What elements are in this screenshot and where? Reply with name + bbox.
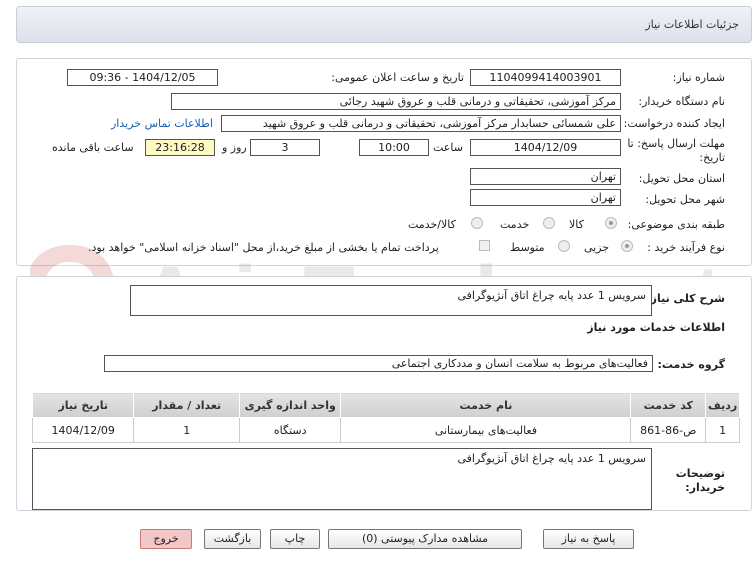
contact-buyer-link[interactable]: اطلاعات تماس خریدار <box>111 117 213 130</box>
remaining-label: ساعت باقی مانده <box>52 141 134 154</box>
summary-textarea[interactable]: سرویس 1 عدد پایه چراغ اتاق آنژیوگرافی <box>130 285 652 316</box>
page-title: جزئیات اطلاعات نیاز <box>645 18 739 31</box>
category-radio-both[interactable] <box>471 217 483 229</box>
cell-quantity: 1 <box>133 417 240 443</box>
table-header-row: ردیف کد خدمت نام خدمت واحد اندازه گیری ت… <box>31 392 740 418</box>
province-field[interactable]: تهران <box>470 168 621 185</box>
purchase-medium-label: متوسط <box>510 241 545 254</box>
col-name: نام خدمت <box>340 392 632 418</box>
treasury-checkbox[interactable] <box>479 240 490 251</box>
back-button[interactable]: بازگشت <box>204 529 261 549</box>
announce-field[interactable]: 1404/12/05 - 09:36 <box>67 69 218 86</box>
purchase-radio-minor[interactable] <box>621 240 633 252</box>
deadline-time-label: ساعت <box>433 141 463 154</box>
category-goods-label: کالا <box>569 218 584 231</box>
page-header: جزئیات اطلاعات نیاز <box>16 6 752 43</box>
need-number-field[interactable]: 1104099414003901 <box>470 69 621 86</box>
cell-name: فعالیت‌های بیمارستانی <box>340 417 632 443</box>
deadline-date-field[interactable]: 1404/12/09 <box>470 139 621 156</box>
days-field[interactable]: 3 <box>250 139 320 156</box>
province-label: استان محل تحویل: <box>638 172 725 185</box>
category-both-label: کالا/خدمت <box>408 218 456 231</box>
cell-code: ص-86-861 <box>630 417 707 443</box>
remaining-time-field: 23:16:28 <box>145 139 215 156</box>
days-label: روز و <box>222 141 247 154</box>
view-docs-button[interactable]: مشاهده مدارک پیوستی (0) <box>328 529 522 549</box>
buyer-notes-textarea[interactable]: سرویس 1 عدد پایه چراغ اتاق آنژیوگرافی <box>32 448 652 510</box>
city-field[interactable]: تهران <box>470 189 621 206</box>
category-service-label: خدمت <box>500 218 530 231</box>
col-code: کد خدمت <box>630 392 707 418</box>
creator-field[interactable]: علی شمسائی حسابدار مرکز آموزشی، تحقیقاتی… <box>221 115 621 132</box>
reply-button[interactable]: پاسخ به نیاز <box>543 529 634 549</box>
category-label: طبقه بندی موضوعی: <box>627 218 725 231</box>
creator-label: ایجاد کننده درخواست: <box>623 117 725 130</box>
purchase-radio-medium[interactable] <box>558 240 570 252</box>
city-label: شهر محل تحویل: <box>645 193 725 206</box>
summary-label: شرح کلی نیاز: <box>646 292 725 305</box>
buyer-label: نام دستگاه خریدار: <box>638 95 725 108</box>
col-unit: واحد اندازه گیری <box>238 392 342 418</box>
service-group-label: گروه خدمت: <box>657 358 725 371</box>
services-table: ردیف کد خدمت نام خدمت واحد اندازه گیری ت… <box>31 392 740 443</box>
payment-note: پرداخت تمام یا بخشی از مبلغ خرید،از محل … <box>88 241 439 254</box>
exit-button[interactable]: خروج <box>140 529 192 549</box>
col-date: تاریخ نیاز <box>31 392 135 418</box>
need-info-panel <box>16 58 752 266</box>
category-radio-goods[interactable] <box>605 217 617 229</box>
buyer-field[interactable]: مرکز آموزشی، تحقیقاتی و درمانی قلب و عرو… <box>171 93 621 110</box>
deadline-label-date: تاریخ: <box>699 151 725 164</box>
col-quantity: تعداد / مقدار <box>133 392 240 418</box>
cell-date: 1404/12/09 <box>31 417 135 443</box>
announce-label: تاریخ و ساعت اعلان عمومی: <box>331 71 464 84</box>
deadline-label: مهلت ارسال پاسخ: تا <box>627 137 725 150</box>
cell-row: 1 <box>705 417 740 443</box>
buyer-notes-label: توضیحات <box>675 467 725 480</box>
buyer-notes-label-2: خریدار: <box>685 481 725 494</box>
services-title: اطلاعات خدمات مورد نیاز <box>587 321 725 334</box>
purchase-minor-label: جزیی <box>584 241 610 254</box>
cell-unit: دستگاه <box>238 417 342 443</box>
deadline-time-field[interactable]: 10:00 <box>359 139 429 156</box>
category-radio-service[interactable] <box>543 217 555 229</box>
table-row[interactable]: 1 ص-86-861 فعالیت‌های بیمارستانی دستگاه … <box>31 417 740 443</box>
service-group-field[interactable]: فعالیت‌های مربوط به سلامت انسان و مددکار… <box>104 355 653 372</box>
col-row: ردیف <box>705 392 740 418</box>
purchase-type-label: نوع فرآیند خرید : <box>647 241 725 254</box>
need-number-label: شماره نیاز: <box>672 71 725 84</box>
print-button[interactable]: چاپ <box>270 529 320 549</box>
